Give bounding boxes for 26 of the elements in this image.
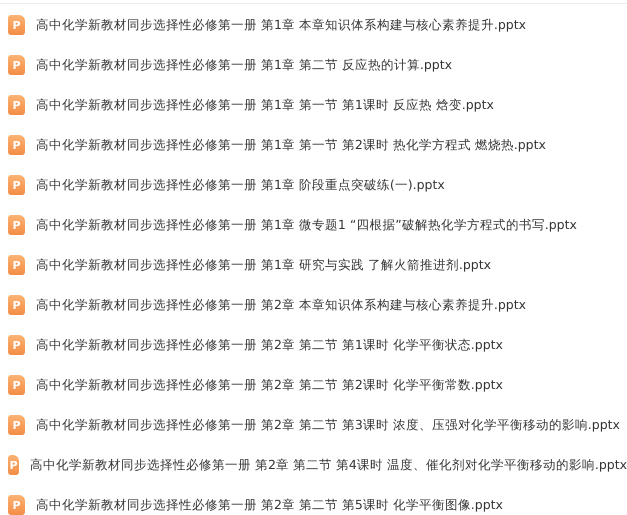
presentation-file-icon: P xyxy=(8,215,25,235)
presentation-file-icon: P xyxy=(8,135,25,155)
file-name[interactable]: 高中化学新教材同步选择性必修第一册 第2章 第二节 第4课时 温度、催化剂对化学平衡移动的影响.pptx xyxy=(30,456,627,474)
file-name[interactable]: 高中化学新教材同步选择性必修第一册 第1章 阶段重点突破练(一).pptx xyxy=(36,176,445,194)
file-name[interactable]: 高中化学新教材同步选择性必修第一册 第1章 微专题1 “四根据”破解热化学方程式的书写.pptx xyxy=(36,216,577,234)
file-name[interactable]: 高中化学新教材同步选择性必修第一册 第2章 第二节 第1课时 化学平衡状态.pptx xyxy=(36,336,503,354)
presentation-file-icon: P xyxy=(8,15,25,35)
presentation-file-icon: P xyxy=(8,255,25,275)
presentation-file-icon: P xyxy=(8,295,25,315)
file-name[interactable]: 高中化学新教材同步选择性必修第一册 第2章 第二节 第5课时 化学平衡图像.pptx xyxy=(36,496,503,514)
file-name[interactable]: 高中化学新教材同步选择性必修第一册 第1章 第一节 第2课时 热化学方程式 燃烧热.pptx xyxy=(36,136,546,154)
file-name[interactable]: 高中化学新教材同步选择性必修第一册 第2章 第二节 第3课时 浓度、压强对化学平衡移动的影响.pptx xyxy=(36,416,620,434)
presentation-file-icon: P xyxy=(8,375,25,395)
presentation-file-icon: P xyxy=(8,415,25,435)
file-name[interactable]: 高中化学新教材同步选择性必修第一册 第1章 第二节 反应热的计算.pptx xyxy=(36,56,452,74)
presentation-file-icon: P xyxy=(8,495,25,515)
file-name[interactable]: 高中化学新教材同步选择性必修第一册 第2章 本章知识体系构建与核心素养提升.pptx xyxy=(36,296,526,314)
presentation-file-icon: P xyxy=(8,95,25,115)
presentation-file-icon: P xyxy=(8,455,20,475)
file-name[interactable]: 高中化学新教材同步选择性必修第一册 第1章 研究与实践 了解火箭推进剂.pptx xyxy=(36,256,492,274)
presentation-file-icon: P xyxy=(8,55,25,75)
presentation-file-icon: P xyxy=(8,175,25,195)
presentation-file-icon: P xyxy=(8,335,25,355)
file-name[interactable]: 高中化学新教材同步选择性必修第一册 第2章 第二节 第2课时 化学平衡常数.pptx xyxy=(36,376,503,394)
file-name[interactable]: 高中化学新教材同步选择性必修第一册 第1章 本章知识体系构建与核心素养提升.pptx xyxy=(36,16,526,34)
file-name[interactable]: 高中化学新教材同步选择性必修第一册 第1章 第一节 第1课时 反应热 焓变.pptx xyxy=(36,96,494,114)
